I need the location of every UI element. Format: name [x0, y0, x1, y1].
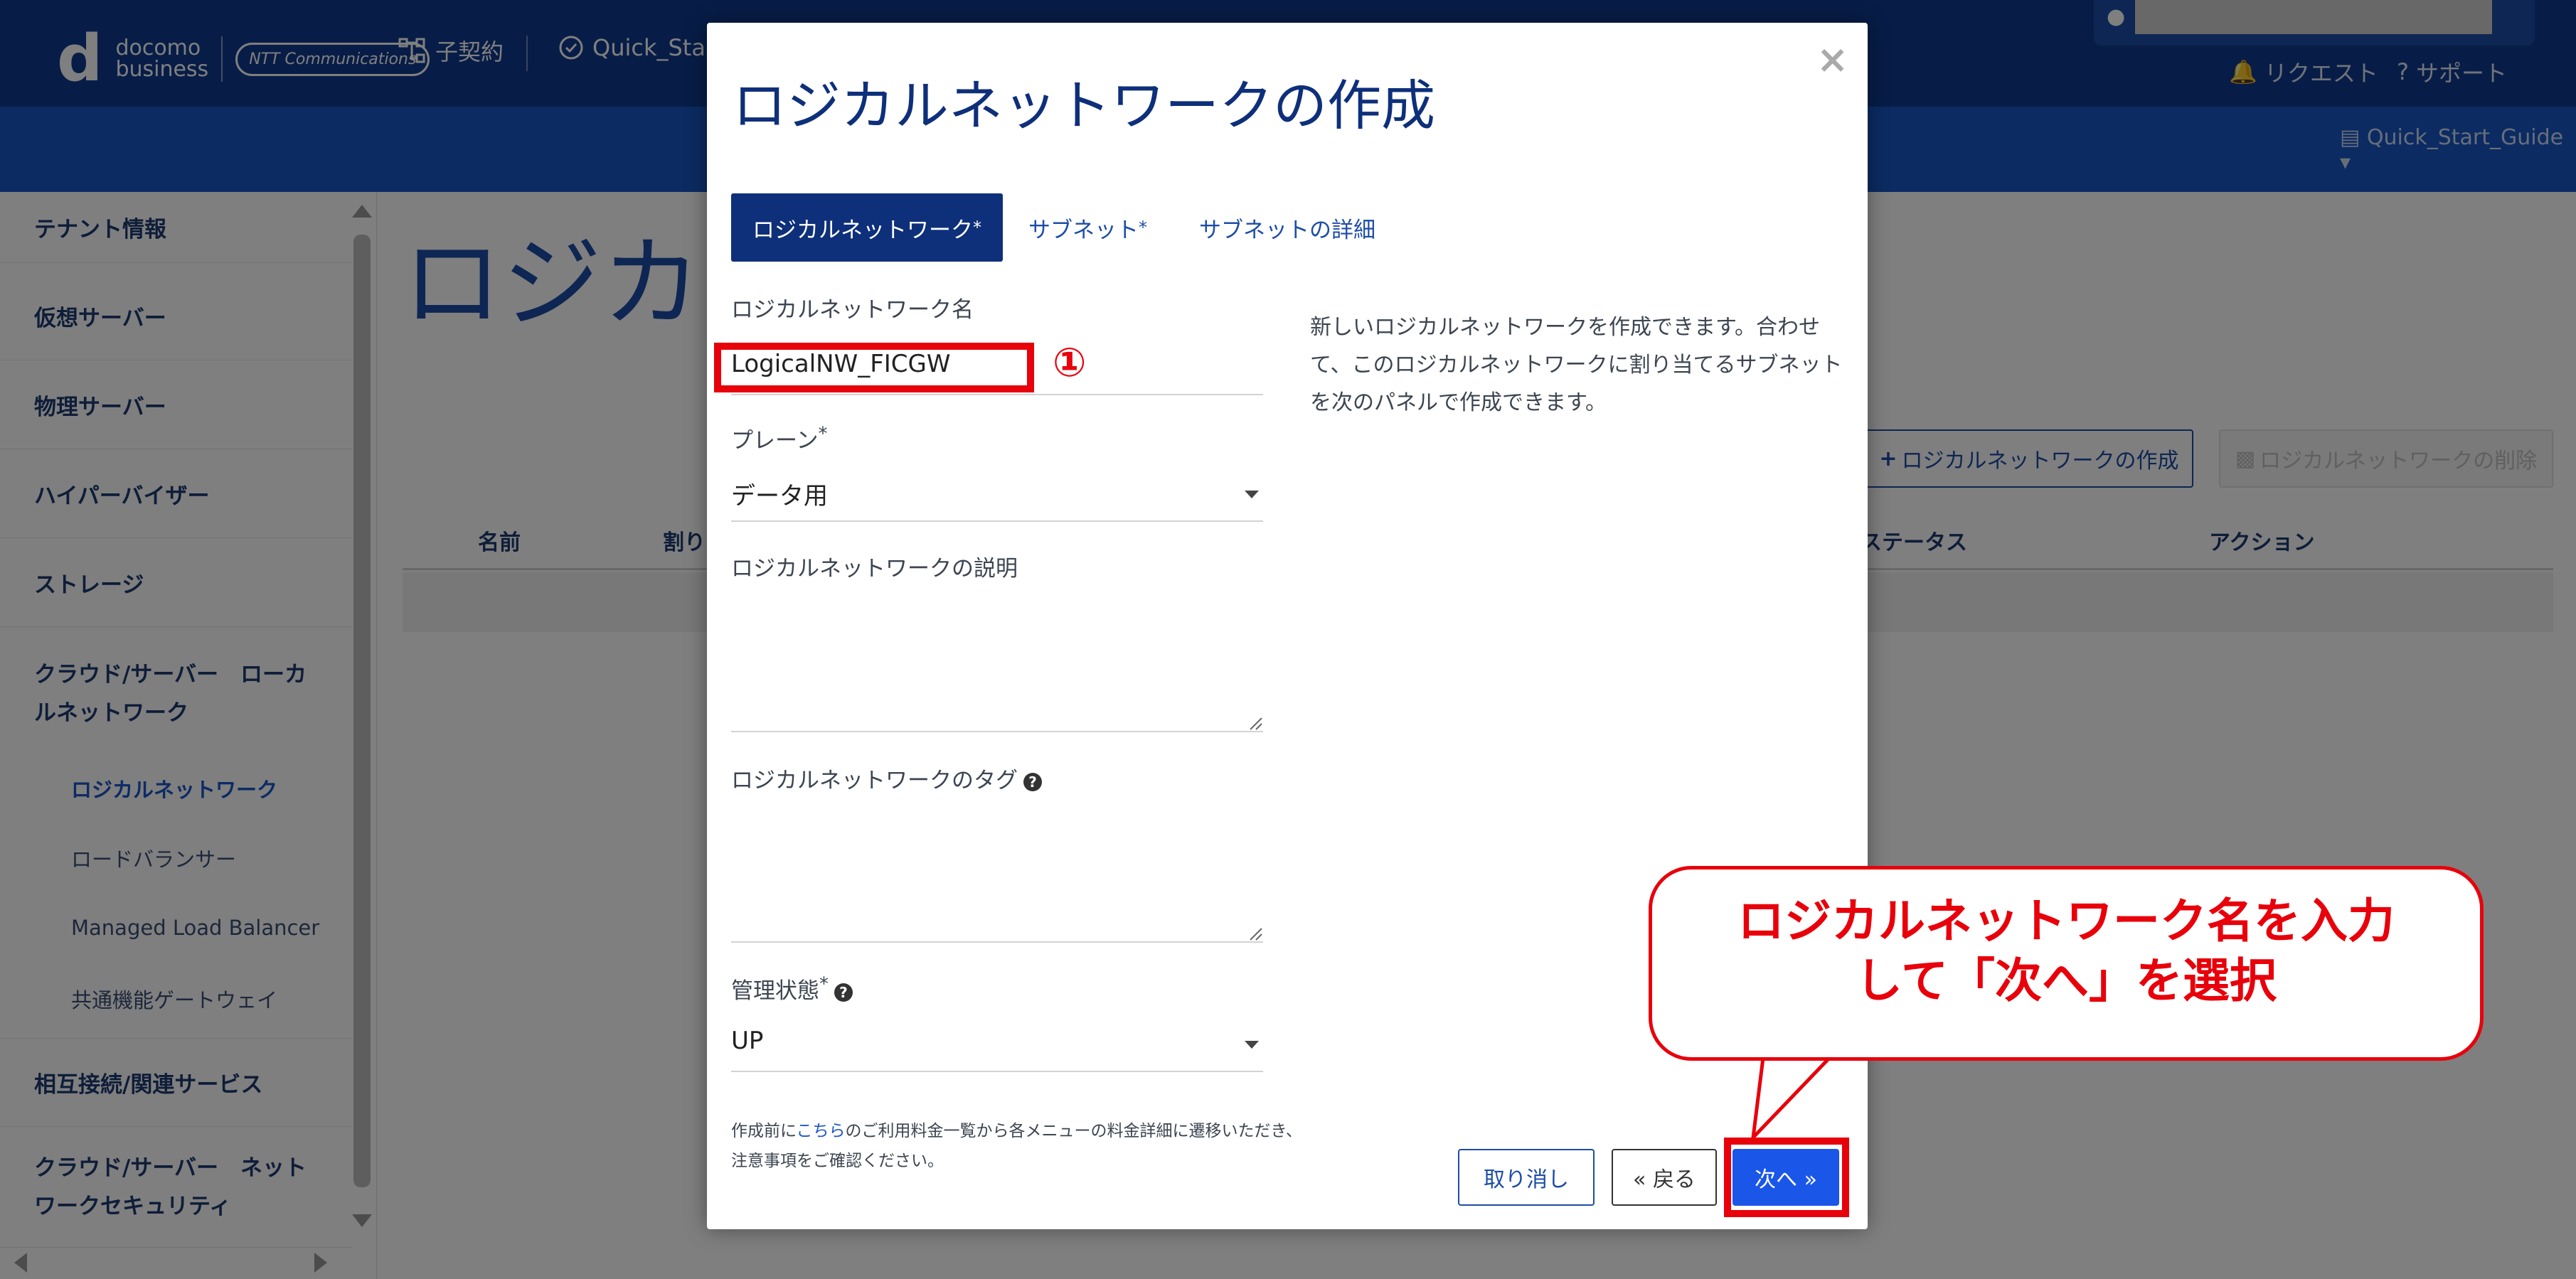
cancel-button[interactable]: 取り消し [1458, 1149, 1595, 1206]
dialog-description: 新しいロジカルネットワークを作成できます。合わせて、このロジカルネットワークに割… [1310, 315, 1843, 415]
chevron-down-icon[interactable] [1245, 1041, 1259, 1049]
pricing-note: 作成前にこちらのご利用料金一覧から各メニューの料金詳細に遷移いただき、注意事項を… [731, 1122, 1302, 1170]
pricing-link[interactable]: こちら [797, 1122, 846, 1140]
description-textarea[interactable] [731, 731, 1263, 732]
required-mark: * [973, 218, 981, 237]
help-icon[interactable]: ? [834, 983, 853, 1002]
tab-subnet-details[interactable]: サブネットの詳細 [1199, 193, 1375, 262]
description-field-label: ロジカルネットワークの説明 [731, 556, 1018, 582]
name-highlight-box [714, 343, 1034, 392]
next-highlight-box [1724, 1138, 1849, 1217]
tab-label: サブネットの詳細 [1199, 217, 1375, 243]
dialog-title: ロジカルネットワークの作成 [733, 74, 1435, 137]
plane-select[interactable]: データ用 [731, 476, 828, 511]
tab-label: ロジカルネットワーク [752, 217, 973, 243]
plane-field-underline [731, 520, 1263, 522]
close-icon[interactable]: × [1816, 37, 1848, 82]
name-field-underline [731, 394, 1263, 395]
required-mark: * [1139, 218, 1147, 237]
callout-text: ロジカルネットワーク名を入力 して「次へ」を選択 [1737, 894, 2395, 1008]
chevron-down-icon[interactable] [1245, 491, 1259, 498]
step-marker: ① [1053, 340, 1087, 386]
tab-label: サブネット [1028, 217, 1139, 243]
tab-logical-network[interactable]: ロジカルネットワーク * [731, 193, 1003, 262]
name-field-label: ロジカルネットワーク名 [731, 297, 974, 323]
required-mark: * [818, 423, 828, 445]
plane-field-label: プレーン* [731, 423, 828, 454]
tab-subnet[interactable]: サブネット * [1028, 193, 1147, 262]
help-icon[interactable]: ? [1023, 772, 1042, 791]
admin-state-field-label: 管理状態*? [731, 973, 853, 1005]
admin-state-select[interactable]: UP [731, 1027, 763, 1055]
required-mark: * [819, 973, 829, 995]
admin-state-underline [731, 1071, 1263, 1072]
resize-handle-icon[interactable] [1247, 715, 1263, 731]
tags-field-label: ロジカルネットワークのタグ? [731, 762, 1042, 794]
resize-handle-icon[interactable] [1247, 926, 1263, 941]
tags-textarea[interactable] [731, 941, 1263, 943]
back-button[interactable]: « 戻る [1612, 1149, 1717, 1206]
